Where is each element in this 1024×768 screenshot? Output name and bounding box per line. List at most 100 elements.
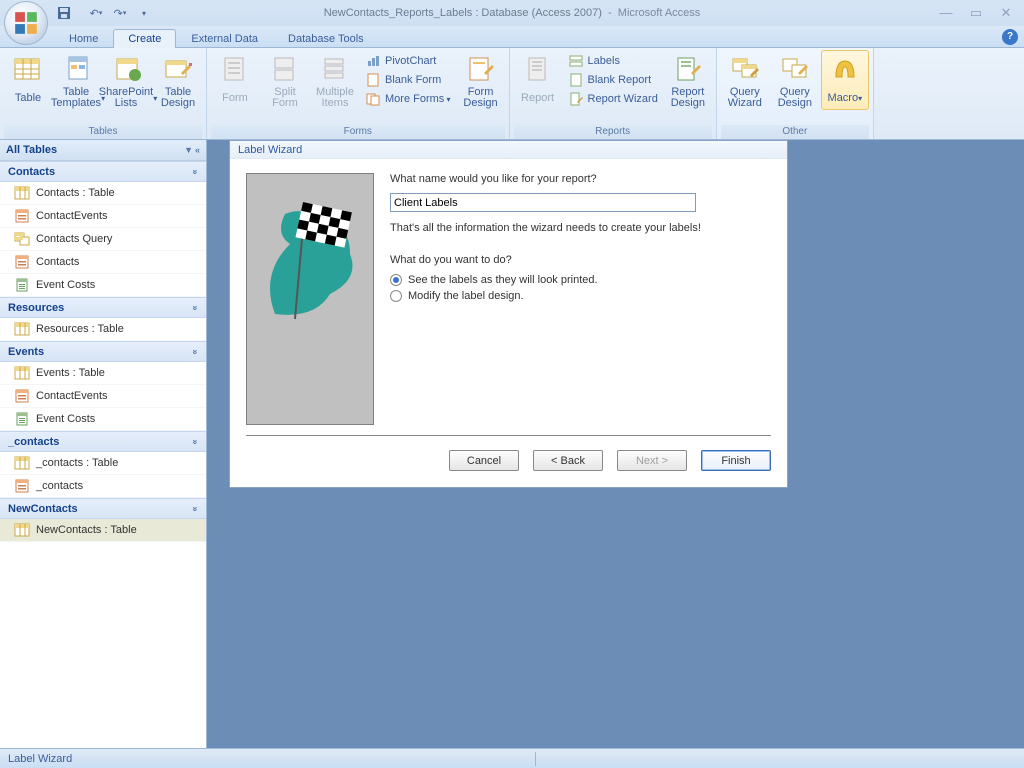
quick-access-toolbar: ↶▾ ↷▾ ▾ <box>54 3 154 23</box>
nav-group-header[interactable]: Resources» <box>0 297 206 318</box>
report-design-button[interactable]: Report Design <box>664 50 712 110</box>
split-form-button[interactable]: Split Form <box>261 50 309 110</box>
nav-item-label: Events : Table <box>36 367 105 379</box>
query-design-button[interactable]: Query Design <box>771 50 819 110</box>
nav-item[interactable]: ContactEvents <box>0 205 206 228</box>
nav-item[interactable]: Event Costs <box>0 408 206 431</box>
multiple-items-button[interactable]: Multiple Items <box>311 50 359 110</box>
form-icon <box>14 209 30 223</box>
nav-item-label: Contacts : Table <box>36 187 115 199</box>
nav-group-header[interactable]: Events» <box>0 341 206 362</box>
nav-item[interactable]: Resources : Table <box>0 318 206 341</box>
nav-collapse-icon[interactable]: « <box>195 145 200 155</box>
nav-item[interactable]: _contacts <box>0 475 206 498</box>
group-label-forms: Forms <box>211 125 505 139</box>
report-icon <box>14 278 30 292</box>
nav-item[interactable]: _contacts : Table <box>0 452 206 475</box>
labels-button[interactable]: Labels <box>564 52 662 70</box>
form-icon <box>14 479 30 493</box>
nav-item-label: _contacts : Table <box>36 457 118 469</box>
form-design-button[interactable]: Form Design <box>457 50 505 110</box>
radio-modify-label: Modify the label design. <box>408 290 524 302</box>
tab-database-tools[interactable]: Database Tools <box>273 29 379 48</box>
nav-item-label: Event Costs <box>36 413 95 425</box>
minimize-button[interactable]: — <box>936 5 956 21</box>
qat-customize[interactable]: ▾ <box>134 3 154 23</box>
query-icon <box>14 232 30 246</box>
ribbon-group-reports: Report Labels Blank Report Report Wizard… <box>510 48 717 139</box>
table-icon <box>14 186 30 200</box>
finish-button[interactable]: Finish <box>701 450 771 471</box>
radio-preview[interactable]: See the labels as they will look printed… <box>390 274 771 286</box>
wizard-illustration <box>246 173 374 425</box>
ribbon: Table Table Templates SharePoint Lists T… <box>0 48 1024 140</box>
table-icon <box>14 322 30 336</box>
undo-button[interactable]: ↶▾ <box>86 3 106 23</box>
nav-item-label: ContactEvents <box>36 210 108 222</box>
pivotchart-button[interactable]: PivotChart <box>361 52 455 70</box>
nav-item[interactable]: Event Costs <box>0 274 206 297</box>
radio-icon <box>390 290 402 302</box>
nav-item-label: ContactEvents <box>36 390 108 402</box>
nav-header[interactable]: All Tables ▼« <box>0 140 206 161</box>
cancel-button[interactable]: Cancel <box>449 450 519 471</box>
nav-group-header[interactable]: NewContacts» <box>0 498 206 519</box>
radio-preview-label: See the labels as they will look printed… <box>408 274 598 286</box>
nav-item[interactable]: Contacts <box>0 251 206 274</box>
macro-button[interactable]: Macro <box>821 50 869 110</box>
tab-create[interactable]: Create <box>113 29 176 48</box>
wizard-title: Label Wizard <box>230 141 787 159</box>
next-button: Next > <box>617 450 687 471</box>
blank-report-button[interactable]: Blank Report <box>564 71 662 89</box>
ribbon-group-forms: Form Split Form Multiple Items PivotChar… <box>207 48 510 139</box>
query-wizard-button[interactable]: Query Wizard <box>721 50 769 110</box>
nav-item[interactable]: NewContacts : Table <box>0 519 206 542</box>
workspace: Label Wizard <box>207 140 1024 748</box>
table-icon <box>14 366 30 380</box>
blank-form-button[interactable]: Blank Form <box>361 71 455 89</box>
nav-item-label: Resources : Table <box>36 323 124 335</box>
nav-item[interactable]: Contacts : Table <box>0 182 206 205</box>
back-button[interactable]: < Back <box>533 450 603 471</box>
status-text: Label Wizard <box>8 753 72 765</box>
titlebar: ↶▾ ↷▾ ▾ NewContacts_Reports_Labels : Dat… <box>0 0 1024 26</box>
group-label-other: Other <box>721 125 869 139</box>
tab-home[interactable]: Home <box>54 29 113 48</box>
save-icon[interactable] <box>54 3 74 23</box>
help-button[interactable]: ? <box>1002 29 1018 45</box>
table-design-button[interactable]: Table Design <box>154 50 202 110</box>
sharepoint-lists-button[interactable]: SharePoint Lists <box>104 50 152 110</box>
close-button[interactable]: ✕ <box>996 5 1016 21</box>
radio-modify[interactable]: Modify the label design. <box>390 290 771 302</box>
nav-item[interactable]: Events : Table <box>0 362 206 385</box>
ribbon-group-tables: Table Table Templates SharePoint Lists T… <box>0 48 207 139</box>
tab-external-data[interactable]: External Data <box>176 29 273 48</box>
group-label-reports: Reports <box>514 125 712 139</box>
nav-group-header[interactable]: Contacts» <box>0 161 206 182</box>
table-templates-button[interactable]: Table Templates <box>54 50 102 110</box>
nav-item-label: Contacts <box>36 256 79 268</box>
nav-dropdown-icon[interactable]: ▼ <box>184 145 193 155</box>
redo-button[interactable]: ↷▾ <box>110 3 130 23</box>
office-button[interactable] <box>4 1 48 45</box>
nav-item[interactable]: Contacts Query <box>0 228 206 251</box>
table-button[interactable]: Table <box>4 50 52 110</box>
form-icon <box>14 389 30 403</box>
maximize-button[interactable]: ▭ <box>966 5 986 21</box>
nav-item-label: NewContacts : Table <box>36 524 137 536</box>
nav-item[interactable]: ContactEvents <box>0 385 206 408</box>
nav-item-label: Event Costs <box>36 279 95 291</box>
table-icon <box>14 456 30 470</box>
more-forms-button[interactable]: More Forms <box>361 90 455 108</box>
report-wizard-button[interactable]: Report Wizard <box>564 90 662 108</box>
ribbon-tabs: Home Create External Data Database Tools… <box>0 26 1024 48</box>
form-button[interactable]: Form <box>211 50 259 110</box>
wizard-question-1: What name would you like for your report… <box>390 173 771 185</box>
status-bar: Label Wizard <box>0 748 1024 768</box>
report-name-input[interactable] <box>390 193 696 212</box>
navigation-pane: All Tables ▼« Contacts» Contacts : Table C… <box>0 140 207 748</box>
nav-group-header[interactable]: _contacts» <box>0 431 206 452</box>
report-icon <box>14 412 30 426</box>
radio-icon <box>390 274 402 286</box>
report-button[interactable]: Report <box>514 50 562 110</box>
